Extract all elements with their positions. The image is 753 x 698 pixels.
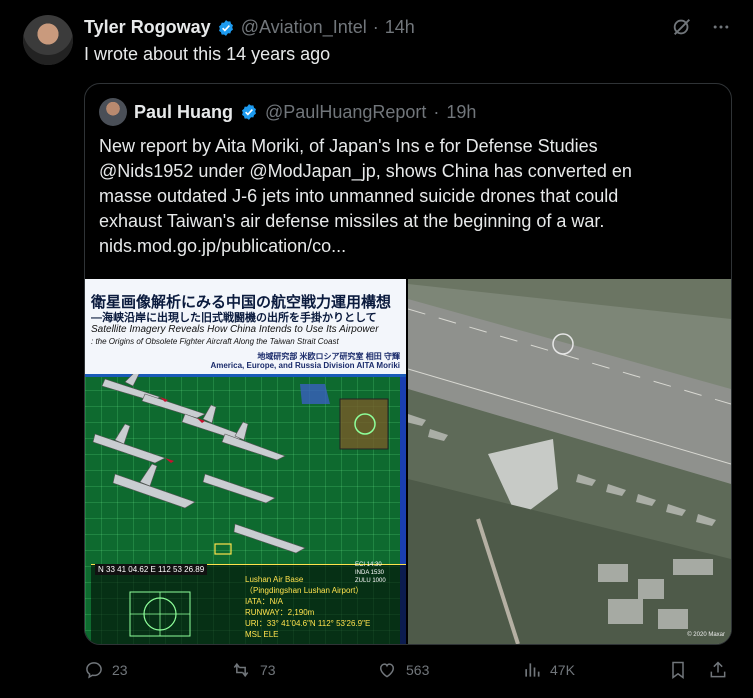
tweet-top-actions (671, 16, 731, 38)
repost-count: 73 (260, 662, 276, 678)
views-button[interactable]: 47K (522, 660, 575, 680)
quoted-text-line: @Nids1952 under @ModJapan_jp, shows Chin… (99, 161, 632, 181)
target-reticle-icon (129, 591, 191, 637)
bookmark-button[interactable] (668, 660, 688, 680)
like-count: 563 (406, 662, 430, 678)
quoted-author-handle: @PaulHuangReport (265, 101, 427, 122)
repost-icon (233, 662, 249, 678)
report-subtitle-jp: —海峡沿岸に出現した旧式戦闘機の出所を手掛かりとして (91, 312, 377, 324)
quoted-text-line: New report by Aita Moriki, of Japan's In… (99, 136, 598, 156)
coordinate-readout: N 33 41 04.62 E 112 53 26.89 (95, 564, 208, 575)
bookmark-icon (672, 661, 684, 679)
report-subtitle-en: : the Origins of Obsolete Fighter Aircra… (91, 337, 339, 346)
author-handle[interactable]: @Aviation_Intel (241, 17, 367, 38)
quoted-text-line: masse outdated J-6 jets into unmanned su… (99, 186, 619, 206)
quoted-link[interactable]: nids.mod.go.jp/publication/co... (99, 234, 714, 259)
quoted-author-name: Paul Huang (134, 101, 234, 122)
airbase-details: Lushan Air Base （Pingdingshan Lushan Air… (245, 574, 370, 640)
image-copyright: © 2020 Maxar (687, 632, 725, 638)
heart-icon (379, 663, 395, 678)
airbase-line: RUNWAY：2,190m (245, 608, 315, 617)
satellite-scene (408, 279, 731, 644)
quoted-author-avatar (99, 98, 127, 126)
legend-line: ZULU 1000 (355, 578, 386, 584)
airbase-line: Lushan Air Base (245, 575, 304, 584)
like-button[interactable]: 563 (376, 660, 429, 680)
report-title-en: Satellite Imagery Reveals How China Inte… (91, 324, 379, 335)
airbase-line: MSL ELE (245, 630, 279, 639)
separator-dot: · (372, 17, 379, 37)
report-title-box: 衛星画像解析にみる中国の航空戦力運用構想 —海峡沿岸に出現した旧式戦闘機の出所を… (85, 279, 406, 377)
quoted-media: 衛星画像解析にみる中国の航空戦力運用構想 —海峡沿岸に出現した旧式戦闘機の出所を… (85, 279, 731, 644)
reply-count: 23 (112, 662, 128, 678)
airbase-line: URI：33° 41'04.6"N 112° 53'26.9"E (245, 619, 371, 628)
time-legend: ECI 14:30 INDA 1530 ZULU 1000 (355, 561, 386, 585)
analytics-icon (525, 663, 540, 677)
tweet-action-bar: 23 73 563 47K (0, 660, 753, 686)
verified-badge-icon (242, 104, 256, 120)
grok-icon[interactable] (671, 16, 693, 38)
repost-button[interactable]: 73 (230, 660, 276, 680)
reply-button[interactable]: 23 (84, 660, 128, 680)
share-icon (710, 661, 726, 678)
airbase-line: （Pingdingshan Lushan Airport） (245, 586, 364, 595)
tweet-header: Tyler Rogoway @Aviation_Intel · 14h (84, 17, 415, 38)
quoted-tweet[interactable]: Paul Huang @PaulHuangReport · 19h New re… (84, 83, 732, 645)
view-count: 47K (550, 662, 575, 678)
legend-line: ECI 14:30 (355, 562, 382, 568)
verified-badge-icon (218, 19, 233, 36)
tweet-text: I wrote about this 14 years ago (84, 44, 331, 64)
reply-icon (86, 662, 102, 679)
quoted-tweet-text: New report by Aita Moriki, of Japan's In… (99, 134, 714, 259)
report-cover-image[interactable]: 衛星画像解析にみる中国の航空戦力運用構想 —海峡沿岸に出現した旧式戦闘機の出所を… (85, 279, 408, 644)
quoted-timestamp: 19h (446, 101, 477, 122)
satellite-image[interactable]: © 2020 Maxar (408, 279, 731, 644)
quoted-tweet-header: Paul Huang @PaulHuangReport · 19h (99, 98, 476, 126)
more-options-icon[interactable] (711, 17, 731, 37)
quoted-text-line: exhaust Taiwan's air defense missiles at… (99, 211, 605, 231)
author-avatar[interactable] (23, 15, 73, 65)
author-name[interactable]: Tyler Rogoway (84, 17, 211, 38)
share-button[interactable] (708, 660, 728, 680)
legend-line: INDA 1530 (355, 570, 385, 576)
report-affiliation-en: America, Europe, and Russia Division AIT… (210, 361, 400, 370)
separator-dot: · (433, 101, 440, 122)
airbase-line: IATA：N/A (245, 597, 283, 606)
tweet-timestamp[interactable]: 14h (385, 17, 415, 38)
